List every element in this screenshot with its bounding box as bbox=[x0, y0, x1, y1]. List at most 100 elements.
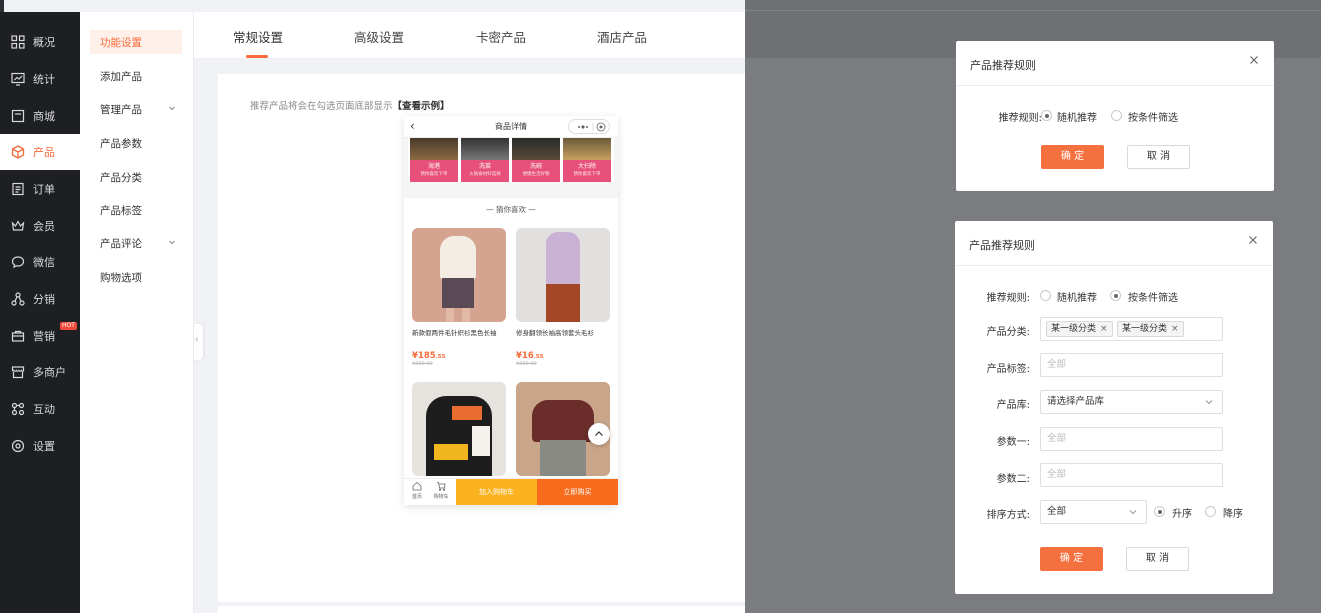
sidebar-item-product[interactable]: 产品 bbox=[0, 134, 80, 170]
chart-icon bbox=[11, 72, 25, 86]
home-button[interactable]: 首页 bbox=[406, 481, 428, 500]
close-icon[interactable] bbox=[1248, 54, 1260, 66]
collapse-sidebar-handle[interactable]: ‹ bbox=[194, 324, 203, 360]
tab-hotel-products[interactable]: 酒店产品 bbox=[597, 27, 647, 46]
recommend-section: — 猜你喜欢 — 新款假两件毛针织衫黑色长袖 ¥185.55 ¥299.00 修… bbox=[404, 198, 618, 478]
confirm-button[interactable]: 确 定 bbox=[1040, 547, 1103, 571]
sidebar-item-order[interactable]: 订单 bbox=[0, 171, 80, 207]
cancel-button[interactable]: 取 消 bbox=[1127, 145, 1190, 169]
sidebar-item-member[interactable]: 会员 bbox=[0, 208, 80, 244]
interact-icon bbox=[11, 402, 25, 416]
main-sidebar: 概况 统计 商城 产品 订单 会员 微信 分销 营销 HOT 多商户 互动 设置 bbox=[0, 12, 80, 613]
recommend-tip: 推荐产品将会在勾选页面底部显示【查看示例】 bbox=[250, 98, 450, 112]
category-select[interactable]: 某一级分类 × 某一级分类 × bbox=[1040, 317, 1223, 341]
radio-random[interactable] bbox=[1040, 290, 1051, 301]
category-name: 海港 bbox=[427, 163, 440, 170]
sort-select[interactable]: 全部 bbox=[1040, 500, 1147, 524]
view-example-link[interactable]: 【查看示例】 bbox=[393, 101, 450, 112]
radio-desc-label: 降序 bbox=[1223, 509, 1243, 520]
sidebar-item-settings[interactable]: 设置 bbox=[0, 428, 80, 464]
sidebar-item-marketing[interactable]: 营销 HOT bbox=[0, 318, 80, 354]
chevron-down-icon bbox=[169, 240, 175, 245]
radio-asc-label: 升序 bbox=[1172, 509, 1192, 520]
modal-divider bbox=[956, 85, 1274, 86]
subnav-product-review[interactable]: 产品评论 bbox=[90, 231, 182, 255]
sidebar-item-label: 分销 bbox=[33, 293, 55, 306]
subnav-label: 管理产品 bbox=[100, 103, 142, 116]
subnav-add-product[interactable]: 添加产品 bbox=[90, 64, 182, 88]
panel-footer bbox=[218, 602, 745, 613]
cart-icon bbox=[437, 482, 446, 491]
category-image bbox=[512, 138, 560, 160]
product-old-price: ¥299.00 bbox=[412, 361, 433, 367]
main-content: 常规设置 高级设置 卡密产品 酒店产品 ‹ 推荐产品将会在勾选页面底部显示【查看… bbox=[194, 12, 745, 613]
sidebar-item-label: 概况 bbox=[33, 36, 55, 49]
product-card[interactable]: 修身翻领长袖高领套头毛衫 ¥16.55 ¥299.00 bbox=[516, 228, 610, 367]
sidebar-item-distribution[interactable]: 分销 bbox=[0, 281, 80, 317]
category-card[interactable]: 大扫除 猜你喜欢下单 bbox=[563, 138, 611, 182]
category-card[interactable]: 洗菜 火锅食材好选择 bbox=[461, 138, 509, 182]
param1-input[interactable]: 全部 bbox=[1040, 427, 1223, 451]
modal-title: 产品推荐规则 bbox=[969, 239, 1035, 252]
tab-card-products[interactable]: 卡密产品 bbox=[476, 27, 526, 46]
sidebar-item-multi-merchant[interactable]: 多商户 bbox=[0, 354, 80, 390]
sort-select-value: 全部 bbox=[1047, 506, 1067, 517]
category-sub: 便捷生活好物 bbox=[522, 172, 550, 177]
add-to-cart-button[interactable]: 加入购物车 bbox=[456, 479, 537, 505]
buy-now-button[interactable]: 立即购买 bbox=[537, 479, 618, 505]
confirm-button[interactable]: 确 定 bbox=[1041, 145, 1104, 169]
subnav-manage-product[interactable]: 管理产品 bbox=[90, 97, 182, 121]
tab-general-settings[interactable]: 常规设置 bbox=[233, 27, 283, 46]
sidebar-item-label: 统计 bbox=[33, 73, 55, 86]
category-sub: 火锅食材好选择 bbox=[469, 172, 501, 177]
sidebar-item-label: 商城 bbox=[33, 110, 55, 123]
cart-button[interactable]: 购物车 bbox=[430, 481, 452, 500]
marketing-icon bbox=[11, 329, 25, 343]
radio-filter-label: 按条件筛选 bbox=[1128, 113, 1178, 124]
sidebar-item-store[interactable]: 商城 bbox=[0, 98, 80, 134]
remove-tag-icon[interactable]: × bbox=[1171, 324, 1179, 334]
library-select[interactable]: 请选择产品库 bbox=[1040, 390, 1223, 414]
radio-filter[interactable] bbox=[1110, 290, 1121, 301]
sort-label: 排序方式: bbox=[986, 510, 1030, 521]
category-card[interactable]: 海港 猜你喜欢下单 bbox=[410, 138, 458, 182]
scroll-top-button[interactable] bbox=[588, 423, 610, 445]
product-card[interactable] bbox=[412, 382, 506, 476]
phone-bottom-bar: 首页 购物车 加入购物车 立即购买 bbox=[404, 478, 618, 505]
product-image bbox=[412, 382, 506, 476]
category-card[interactable]: 洗碗 便捷生活好物 bbox=[512, 138, 560, 182]
param2-input[interactable]: 全部 bbox=[1040, 463, 1223, 487]
category-image bbox=[461, 138, 509, 160]
product-card[interactable]: 新款假两件毛针织衫黑色长袖 ¥185.55 ¥299.00 bbox=[412, 228, 506, 367]
product-name: 新款假两件毛针织衫黑色长袖 bbox=[412, 329, 497, 337]
radio-random[interactable] bbox=[1041, 110, 1052, 121]
sidebar-item-stats[interactable]: 统计 bbox=[0, 61, 80, 97]
subnav-shopping-options[interactable]: 购物选项 bbox=[90, 265, 182, 289]
tag-label: 产品标签: bbox=[986, 364, 1030, 375]
tip-text: 推荐产品将会在勾选页面底部显示 bbox=[250, 101, 393, 112]
home-icon bbox=[412, 481, 422, 491]
sidebar-item-interact[interactable]: 互动 bbox=[0, 391, 80, 427]
subnav-feature-settings[interactable]: 功能设置 bbox=[90, 30, 182, 54]
subnav-product-params[interactable]: 产品参数 bbox=[90, 131, 182, 155]
product-subnav: 功能设置 添加产品 管理产品 产品参数 产品分类 产品标签 产品评论 购物选项 bbox=[80, 12, 194, 613]
tag-input[interactable]: 全部 bbox=[1040, 353, 1223, 377]
sidebar-item-overview[interactable]: 概况 bbox=[0, 24, 80, 60]
cancel-button[interactable]: 取 消 bbox=[1126, 547, 1189, 571]
close-icon[interactable] bbox=[1247, 234, 1259, 246]
sidebar-item-wechat[interactable]: 微信 bbox=[0, 244, 80, 280]
sidebar-item-label: 订单 bbox=[33, 183, 55, 196]
remove-tag-icon[interactable]: × bbox=[1100, 324, 1108, 334]
tab-advanced-settings[interactable]: 高级设置 bbox=[354, 27, 404, 46]
radio-desc[interactable] bbox=[1205, 506, 1216, 517]
rule-label: 推荐规则: bbox=[998, 113, 1042, 124]
subnav-product-tag[interactable]: 产品标签 bbox=[90, 198, 182, 222]
tab-bar: 常规设置 高级设置 卡密产品 酒店产品 bbox=[194, 12, 745, 59]
grid-icon bbox=[11, 35, 25, 49]
radio-filter[interactable] bbox=[1111, 110, 1122, 121]
radio-asc[interactable] bbox=[1154, 506, 1165, 517]
shop-icon bbox=[11, 365, 25, 379]
sidebar-item-label: 多商户 bbox=[33, 366, 66, 379]
subnav-product-category[interactable]: 产品分类 bbox=[90, 165, 182, 189]
rule-label: 推荐规则: bbox=[986, 293, 1030, 304]
